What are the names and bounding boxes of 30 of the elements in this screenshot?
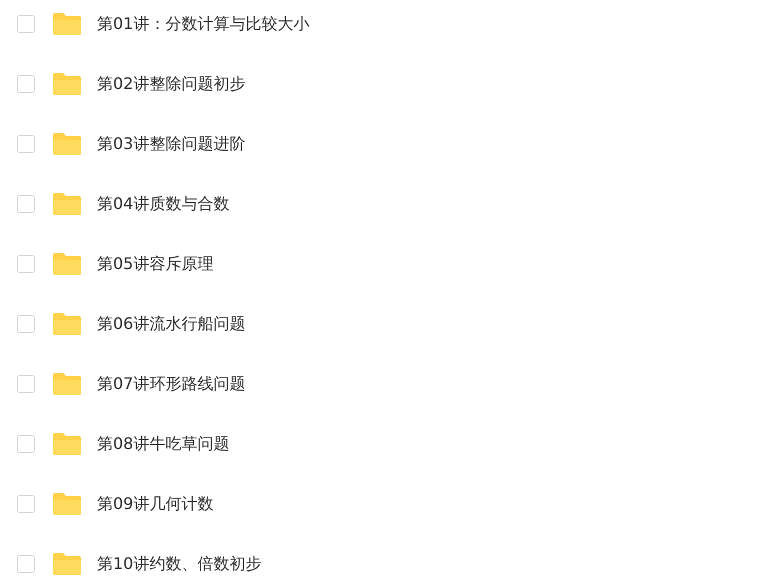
folder-name[interactable]: 第09讲几何计数 xyxy=(97,494,214,514)
folder-name[interactable]: 第03讲整除问题进阶 xyxy=(97,134,246,154)
folder-name[interactable]: 第05讲容斥原理 xyxy=(97,254,214,274)
folder-name[interactable]: 第01讲：分数计算与比较大小 xyxy=(97,14,310,34)
folder-icon xyxy=(52,433,82,455)
checkbox[interactable] xyxy=(17,255,35,273)
checkbox[interactable] xyxy=(17,435,35,453)
folder-name[interactable]: 第08讲牛吃草问题 xyxy=(97,434,230,454)
folder-icon xyxy=(52,73,82,95)
checkbox[interactable] xyxy=(17,495,35,513)
folder-icon xyxy=(52,553,82,575)
folder-name[interactable]: 第02讲整除问题初步 xyxy=(97,74,246,94)
checkbox[interactable] xyxy=(17,75,35,93)
folder-name[interactable]: 第04讲质数与合数 xyxy=(97,194,230,214)
folder-icon xyxy=(52,133,82,155)
folder-name[interactable]: 第10讲约数、倍数初步 xyxy=(97,554,262,574)
checkbox[interactable] xyxy=(17,135,35,153)
folder-icon xyxy=(52,313,82,335)
checkbox[interactable] xyxy=(17,15,35,33)
checkbox[interactable] xyxy=(17,555,35,573)
checkbox[interactable] xyxy=(17,315,35,333)
folder-icon xyxy=(52,13,82,35)
folder-name[interactable]: 第06讲流水行船问题 xyxy=(97,314,246,334)
folder-icon xyxy=(52,493,82,515)
checkbox[interactable] xyxy=(17,375,35,393)
folder-name[interactable]: 第07讲环形路线问题 xyxy=(97,374,246,394)
checkbox[interactable] xyxy=(17,195,35,213)
folder-icon xyxy=(52,373,82,395)
folder-icon xyxy=(52,193,82,215)
folder-icon xyxy=(52,253,82,275)
